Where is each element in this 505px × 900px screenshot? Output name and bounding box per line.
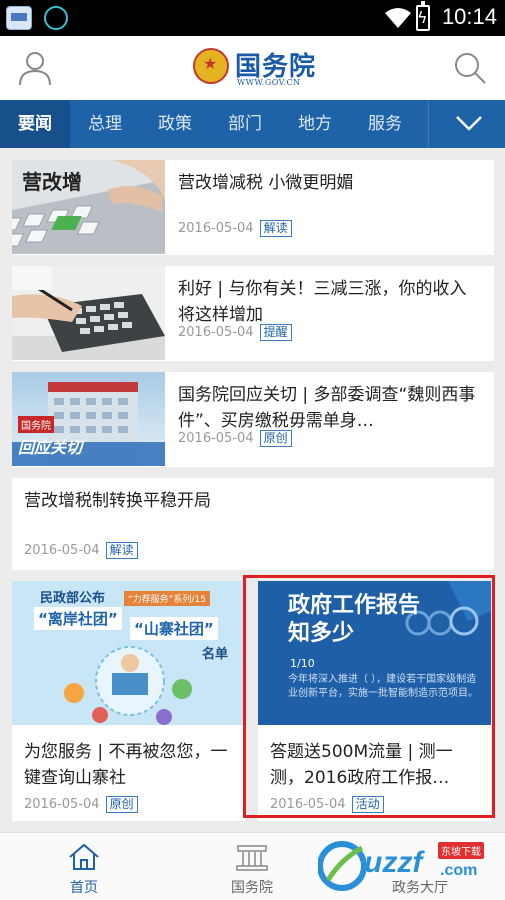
bottom-nav-label: 国务院 — [231, 880, 273, 896]
building-icon — [236, 845, 268, 871]
bottom-nav-state-council[interactable]: 国务院 — [168, 833, 336, 900]
news-meta: 2016-05-04 解读 — [178, 220, 292, 237]
feature-meta: 2016-05-04 活动 — [270, 796, 384, 813]
feature-meta: 2016-05-04 原创 — [24, 796, 138, 813]
more-tabs-button[interactable] — [428, 100, 505, 148]
tab-policy[interactable]: 政策 — [140, 100, 210, 148]
feature-tag[interactable]: 活动 — [351, 796, 384, 813]
notification-chat-icon — [44, 6, 68, 30]
news-tag[interactable]: 原创 — [259, 430, 292, 447]
feature-tag[interactable]: 原创 — [105, 796, 138, 813]
news-item[interactable]: 利好 | 与你有关！三减三涨，你的收入将这样增加 2016-05-04 提醒 — [12, 266, 494, 361]
app-header: 国务院 WWW.GOV.CN — [0, 36, 505, 100]
feature-title: 为您服务 | 不再被忽您，一键查询山寨社 — [24, 742, 228, 788]
news-meta: 2016-05-04 解读 — [24, 542, 138, 559]
tab-headlines[interactable]: 要闻 — [0, 100, 70, 148]
news-title: 营改增减税 小微更明媚 — [178, 173, 354, 193]
thumbnail-caption: 回应关切 — [18, 438, 83, 457]
bottom-nav-label: 首页 — [70, 880, 98, 896]
watermark-logo-icon — [318, 841, 366, 891]
news-thumbnail: 国务院 回应关切 — [12, 372, 165, 466]
watermark-text: uzzf — [364, 846, 423, 879]
feature-card[interactable]: 政府工作报告 知多少 1/10 今年将深入推进（ ），建设若干国家级制造业创新平… — [258, 581, 491, 821]
news-thumbnail: 营改增 — [12, 160, 165, 254]
thumbnail-headline: 知多少 — [288, 621, 355, 646]
news-item[interactable]: 国务院 回应关切 国务院回应关切 | 多部委调查“魏则西事件”、买房缴税毋需单身… — [12, 372, 494, 467]
news-date: 2016-05-04 — [24, 543, 100, 558]
category-tabs: 要闻 总理 政策 部门 地方 服务 — [0, 100, 505, 148]
feature-thumbnail: 民政部公布 “力荐服务”系列/15 “离岸社团” “山寨社团” 名单 — [12, 581, 245, 725]
feature-title: 答题送500M流量 | 测一测，2016政府工作报… — [270, 742, 453, 788]
feature-thumbnail: 政府工作报告 知多少 1/10 今年将深入推进（ ），建设若干国家级制造业创新平… — [258, 581, 491, 725]
news-tag[interactable]: 提醒 — [259, 324, 292, 341]
tab-local[interactable]: 地方 — [280, 100, 350, 148]
news-meta: 2016-05-04 提醒 — [178, 324, 292, 341]
clock: 10:14 — [441, 4, 497, 29]
watermark-domain: .com — [440, 862, 478, 879]
watermark-badge: 东坡下载 — [438, 842, 484, 859]
news-title: 国务院回应关切 | 多部委调查“魏则西事件”、买房缴税毋需单身… — [178, 385, 476, 431]
tab-services[interactable]: 服务 — [350, 100, 420, 148]
thumbnail-counter: 1/10 — [290, 657, 315, 670]
feature-card[interactable]: 民政部公布 “力荐服务”系列/15 “离岸社团” “山寨社团” 名单 为您服务 … — [12, 581, 245, 821]
thumbnail-badge: 国务院 — [18, 416, 54, 433]
site-watermark: uzzf 东坡下载 .com — [318, 836, 502, 896]
news-meta: 2016-05-04 原创 — [178, 430, 292, 447]
logo-subtitle: WWW.GOV.CN — [237, 78, 301, 87]
news-tag[interactable]: 解读 — [259, 220, 292, 237]
thumbnail-quote: “离岸社团” — [34, 607, 122, 630]
home-icon — [69, 843, 99, 870]
thumbnail-quote: “山寨社团” — [130, 617, 218, 640]
feature-date: 2016-05-04 — [270, 797, 346, 812]
thumbnail-caption: 营改增 — [22, 170, 82, 194]
news-thumbnail — [12, 266, 165, 360]
chevron-down-icon — [456, 116, 482, 131]
news-date: 2016-05-04 — [178, 325, 254, 340]
feature-date: 2016-05-04 — [24, 797, 100, 812]
news-tag[interactable]: 解读 — [105, 542, 138, 559]
battery-icon: ϟ — [416, 1, 430, 31]
news-date: 2016-05-04 — [178, 221, 254, 236]
wifi-icon — [385, 8, 411, 28]
news-title: 利好 | 与你有关！三减三涨，你的收入将这样增加 — [178, 279, 467, 325]
bottom-nav-home[interactable]: 首页 — [0, 833, 168, 900]
news-title: 营改增税制转换平稳开局 — [24, 491, 211, 511]
national-emblem-icon — [193, 48, 229, 84]
status-bar: ϟ 10:14 — [0, 0, 505, 36]
thumbnail-question: 今年将深入推进（ ），建设若干国家级制造业创新平台，实施一批智能制造示范项目。 — [288, 674, 478, 699]
thumbnail-line: 名单 — [202, 647, 229, 662]
news-item[interactable]: 营改增 营改增减税 小微更明媚 2016-05-04 解读 — [12, 160, 494, 255]
user-icon[interactable] — [18, 50, 52, 86]
tab-premier[interactable]: 总理 — [70, 100, 140, 148]
tab-departments[interactable]: 部门 — [210, 100, 280, 148]
news-item[interactable]: 营改增税制转换平稳开局 2016-05-04 解读 — [12, 478, 494, 570]
search-icon[interactable] — [452, 50, 488, 86]
notification-app-icon — [6, 6, 32, 30]
thumbnail-ribbon: “力荐服务”系列/15 — [124, 591, 210, 606]
thumbnail-line: 民政部公布 — [40, 591, 106, 606]
news-date: 2016-05-04 — [178, 431, 254, 446]
